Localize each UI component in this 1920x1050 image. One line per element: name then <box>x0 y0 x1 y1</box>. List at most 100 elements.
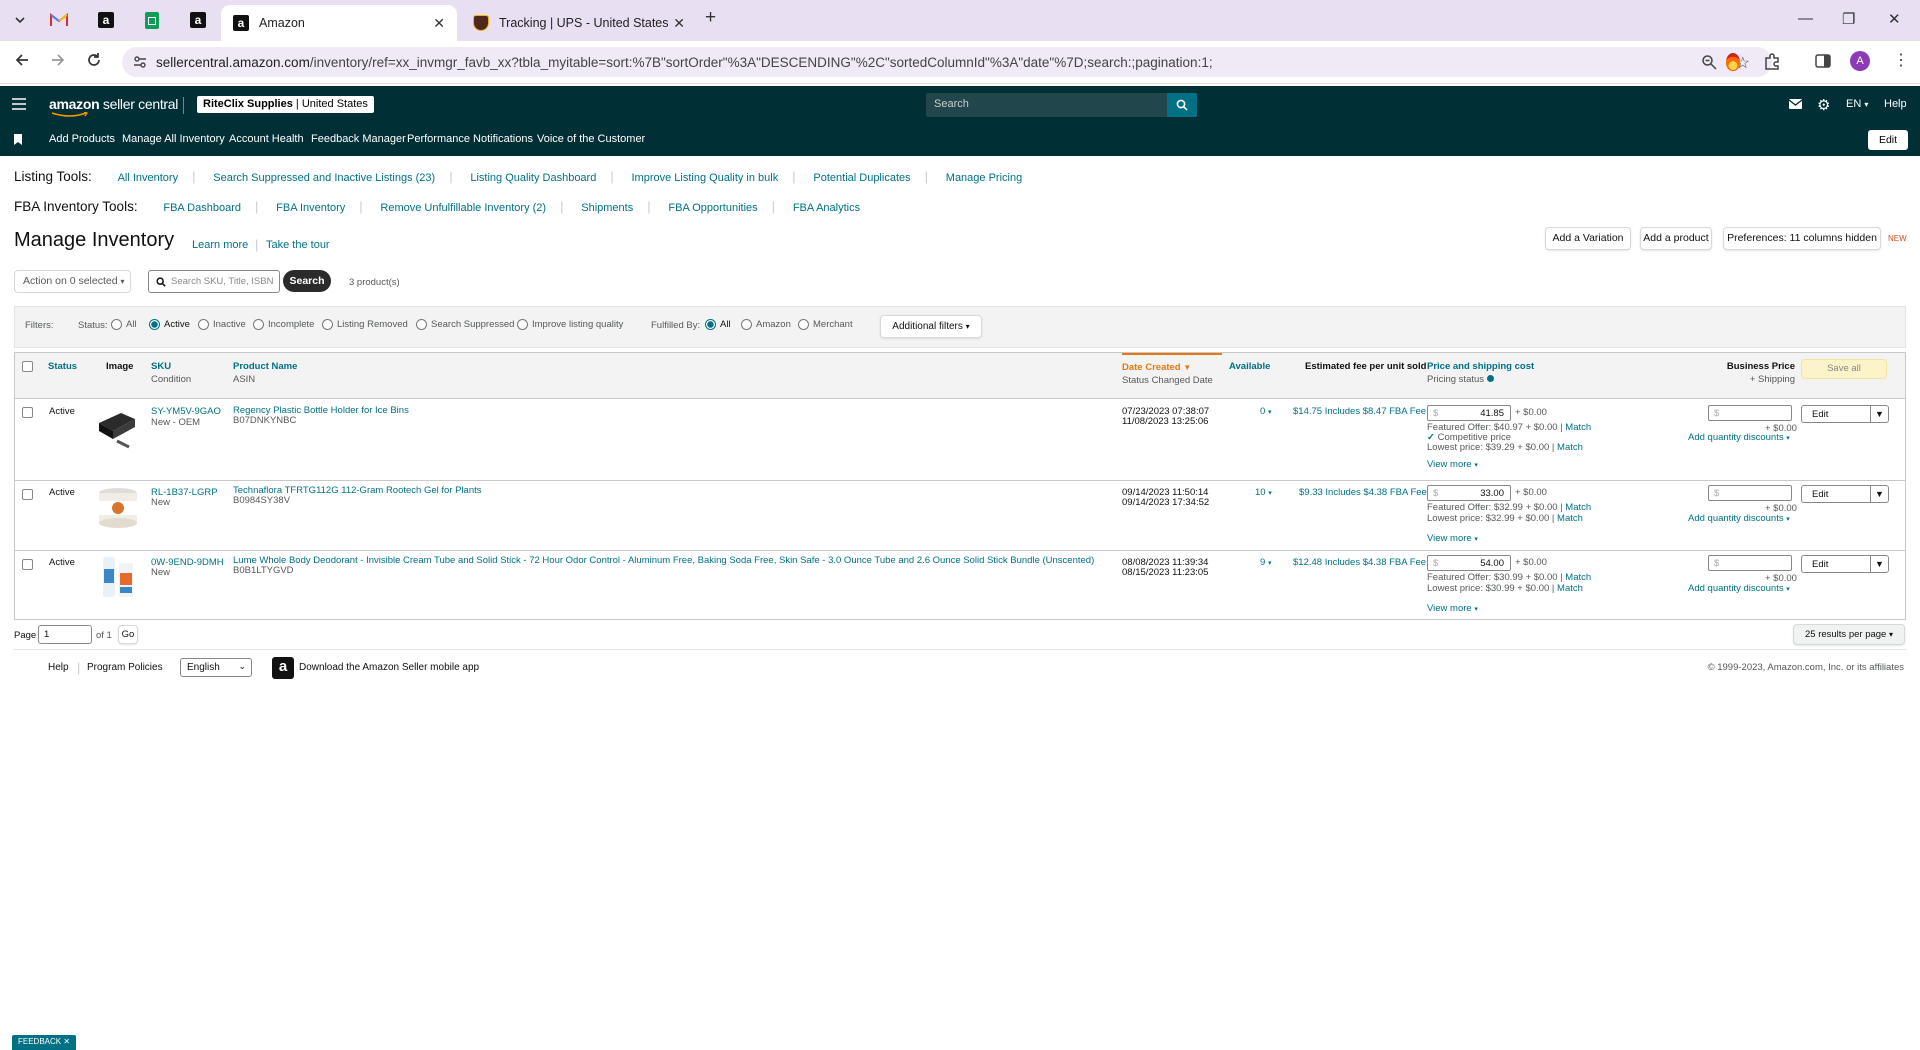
match-link[interactable]: Match <box>1565 422 1591 433</box>
col-sku[interactable]: SKU Condition <box>151 361 191 385</box>
results-per-page-dropdown[interactable]: 25 results per page ▾ <box>1793 624 1905 645</box>
tab-search-chevron-icon[interactable] <box>6 5 34 35</box>
col-price-shipping[interactable]: Price and shipping cost Pricing status <box>1427 361 1534 385</box>
row-estimated-fee[interactable]: $9.33 Includes $4.38 FBA Fee <box>1299 487 1427 498</box>
match-link[interactable]: Match <box>1557 442 1583 453</box>
messages-mail-icon[interactable] <box>1789 99 1802 109</box>
new-tab-plus-icon[interactable]: + <box>705 7 716 29</box>
row-add-quantity-discounts[interactable]: Add quantity discounts ▾ <box>1688 513 1790 524</box>
seller-central-logo[interactable]: amazon seller central <box>49 96 178 117</box>
product-image[interactable] <box>97 485 143 531</box>
row-edit-dropdown[interactable]: Edit ▼ <box>1801 485 1889 503</box>
feedback-tab[interactable]: FEEDBACK ✕ <box>12 1035 77 1050</box>
tab-ups-tracking[interactable]: Tracking | UPS - United States ✕ <box>461 5 697 41</box>
info-icon[interactable] <box>1486 375 1494 382</box>
close-icon[interactable]: ✕ <box>63 1037 70 1046</box>
footer-help-link[interactable]: Help <box>48 662 69 673</box>
link-fba-inventory[interactable]: FBA Inventory <box>276 202 345 214</box>
row-edit-dropdown[interactable]: Edit ▼ <box>1801 405 1889 423</box>
status-option-active[interactable]: Active <box>143 319 190 330</box>
help-link[interactable]: Help <box>1884 98 1907 110</box>
take-tour-link[interactable]: Take the tour <box>266 239 330 251</box>
inventory-search-input[interactable]: Search SKU, Title, ISBN <box>148 270 280 293</box>
learn-more-link[interactable]: Learn more <box>192 239 248 251</box>
minimize-icon[interactable]: — <box>1798 10 1813 27</box>
footer-language-select[interactable]: English ⌄ <box>180 658 252 677</box>
row-view-more[interactable]: View more ▾ <box>1427 533 1478 544</box>
col-product-name[interactable]: Product Name ASIN <box>233 361 297 385</box>
row-estimated-fee[interactable]: $12.48 Includes $4.38 FBA Fee <box>1293 557 1426 568</box>
match-link[interactable]: Match <box>1557 583 1583 594</box>
nav-voice-of-customer[interactable]: Voice of the Customer <box>537 133 645 145</box>
footer-program-policies-link[interactable]: Program Policies <box>87 662 163 673</box>
status-option-inactive[interactable]: Inactive <box>192 319 246 330</box>
download-app-link[interactable]: Download the Amazon Seller mobile app <box>299 662 479 673</box>
match-link[interactable]: Match <box>1565 502 1591 513</box>
row-add-quantity-discounts[interactable]: Add quantity discounts ▾ <box>1688 583 1790 594</box>
back-arrow-icon[interactable] <box>14 52 30 68</box>
add-product-button[interactable]: Add a product <box>1640 227 1712 250</box>
row-business-price-input[interactable]: $ <box>1708 405 1792 421</box>
restore-window-icon[interactable]: ❐ <box>1842 10 1855 28</box>
tab-amazon[interactable]: a Amazon ✕ <box>221 5 457 41</box>
link-improve-quality-bulk[interactable]: Improve Listing Quality in bulk <box>632 172 779 184</box>
save-all-button[interactable]: Save all <box>1801 359 1887 379</box>
link-listing-quality[interactable]: Listing Quality Dashboard <box>470 172 596 184</box>
fulfilled-option-merchant[interactable]: Merchant <box>792 319 853 330</box>
side-panel-icon[interactable] <box>1815 53 1831 69</box>
amazon-pinned-tab-icon[interactable]: a <box>92 5 120 35</box>
col-available[interactable]: Available <box>1229 361 1270 372</box>
row-view-more[interactable]: View more ▾ <box>1427 459 1478 470</box>
row-add-quantity-discounts[interactable]: Add quantity discounts ▾ <box>1688 432 1790 443</box>
chevron-down-icon[interactable]: ▼ <box>1870 486 1888 502</box>
col-date-created[interactable]: Date Created ▼ Status Changed Date <box>1122 353 1222 386</box>
zoom-icon[interactable] <box>1695 54 1717 70</box>
row-price-input[interactable]: $41.85 <box>1427 405 1511 421</box>
link-fba-opportunities[interactable]: FBA Opportunities <box>668 202 757 214</box>
additional-filters-button[interactable]: Additional filters ▾ <box>880 315 982 338</box>
sheets-pinned-tab-icon[interactable] <box>138 5 166 35</box>
status-option-search-suppressed[interactable]: Search Suppressed <box>410 319 514 330</box>
fulfilled-option-all[interactable]: All <box>699 319 731 330</box>
language-selector[interactable]: EN ▾ <box>1846 98 1868 110</box>
settings-gear-icon[interactable]: ⚙ <box>1817 96 1830 114</box>
row-view-more[interactable]: View more ▾ <box>1427 603 1478 614</box>
gmail-pinned-tab-icon[interactable] <box>45 5 73 35</box>
header-search-button[interactable] <box>1167 93 1197 117</box>
extensions-puzzle-icon[interactable] <box>1763 53 1781 71</box>
link-suppressed-inactive[interactable]: Search Suppressed and Inactive Listings … <box>213 172 435 184</box>
chevron-down-icon[interactable]: ▼ <box>1870 556 1888 572</box>
fulfilled-option-amazon[interactable]: Amazon <box>735 319 791 330</box>
nav-edit-button[interactable]: Edit <box>1868 130 1908 150</box>
seller-app-icon[interactable]: a <box>272 657 294 679</box>
go-button[interactable]: Go <box>118 625 138 644</box>
status-option-incomplete[interactable]: Incomplete <box>247 319 314 330</box>
add-variation-button[interactable]: Add a Variation <box>1545 227 1631 250</box>
address-bar[interactable]: sellercentral.amazon.com/inventory/ref=x… <box>122 47 1772 77</box>
nav-manage-all-inventory[interactable]: Manage All Inventory <box>122 133 225 145</box>
link-fba-dashboard[interactable]: FBA Dashboard <box>163 202 241 214</box>
row-available[interactable]: 9 ▾ <box>1260 557 1271 568</box>
row-checkbox[interactable] <box>22 489 33 500</box>
nav-account-health[interactable]: Account Health <box>229 133 304 145</box>
nav-feedback-manager[interactable]: Feedback Manager <box>311 133 406 145</box>
row-sku-link[interactable]: SY-YM5V-9GAO <box>151 406 221 417</box>
row-available[interactable]: 0 ▾ <box>1260 406 1271 417</box>
row-edit-dropdown[interactable]: Edit ▼ <box>1801 555 1889 573</box>
row-estimated-fee[interactable]: $14.75 Includes $8.47 FBA Fee <box>1293 406 1426 417</box>
link-shipments[interactable]: Shipments <box>581 202 633 214</box>
bookmark-flag-icon[interactable] <box>14 134 22 145</box>
select-all-checkbox[interactable] <box>22 361 33 372</box>
forward-arrow-icon[interactable] <box>50 52 66 68</box>
status-option-listing-removed[interactable]: Listing Removed <box>316 319 408 330</box>
close-window-icon[interactable]: ✕ <box>1888 10 1901 28</box>
link-remove-unfulfillable[interactable]: Remove Unfulfillable Inventory (2) <box>380 202 546 214</box>
row-available[interactable]: 10 ▾ <box>1255 487 1272 498</box>
row-product-name-link[interactable]: Lume Whole Body Deodorant - Invisible Cr… <box>233 555 1094 566</box>
row-checkbox[interactable] <box>22 559 33 570</box>
close-tab-icon[interactable]: ✕ <box>433 15 445 32</box>
row-price-input[interactable]: $54.00 <box>1427 555 1511 571</box>
profile-avatar[interactable]: A <box>1850 51 1870 71</box>
link-fba-analytics[interactable]: FBA Analytics <box>793 202 860 214</box>
site-info-icon[interactable] <box>133 55 147 69</box>
